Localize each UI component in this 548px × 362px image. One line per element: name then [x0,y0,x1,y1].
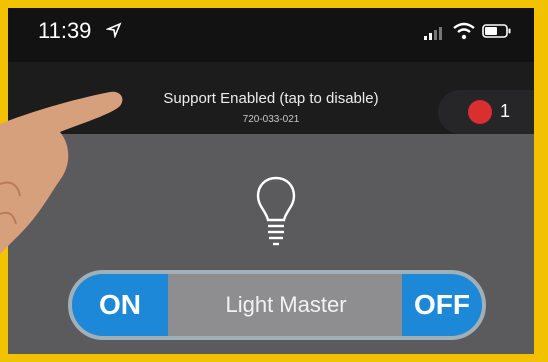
device-name-label: Light Master [225,292,347,317]
alert-count: 1 [500,101,511,121]
on-button[interactable]: ON [72,274,168,336]
location-arrow-icon [105,22,122,43]
off-button[interactable]: OFF [402,274,482,336]
battery-icon [482,24,512,43]
status-time: 11:39 [38,18,92,43]
wifi-icon [452,22,476,45]
status-bar: 11:39 [8,8,534,62]
alert-icon [468,100,492,124]
lightbulb-icon [256,176,296,253]
pointing-finger-icon [0,84,130,269]
signal-icon [424,26,446,45]
light-master-toggle: ON Light Master OFF [68,270,486,340]
